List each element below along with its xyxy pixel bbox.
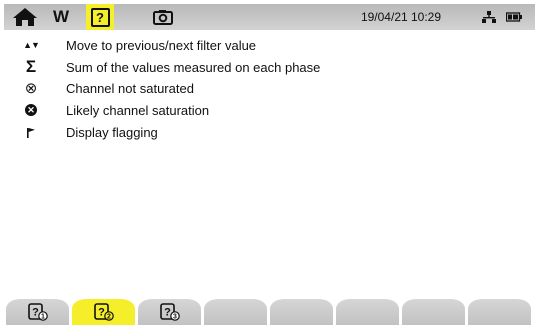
bottom-tab-bar: ? 1 ? 2 ? 3: [4, 299, 535, 325]
help-page-2-icon: ? 2: [93, 303, 114, 321]
network-icon: [482, 11, 496, 23]
camera-icon: [153, 10, 173, 25]
list-item-label: Likely channel saturation: [66, 102, 210, 118]
svg-text:?: ?: [98, 307, 105, 319]
list-item: Display flagging: [4, 122, 535, 142]
svg-text:?: ?: [32, 307, 39, 319]
tab-empty-6[interactable]: [336, 299, 399, 325]
list-item: ✕ Likely channel saturation: [4, 100, 535, 120]
tab-help-page-2[interactable]: ? 2: [72, 299, 135, 325]
top-status-bar: W ? 19/04/21 10:29: [4, 4, 535, 30]
home-icon: [13, 8, 37, 26]
tab-empty-7[interactable]: [402, 299, 465, 325]
svg-text:?: ?: [164, 307, 171, 319]
tab-empty-4[interactable]: [204, 299, 267, 325]
list-item-label: Display flagging: [66, 124, 158, 140]
tab-empty-5[interactable]: [270, 299, 333, 325]
svg-text:1: 1: [41, 314, 45, 321]
help-page-1-icon: ? 1: [27, 303, 48, 321]
list-item-label: Move to previous/next filter value: [66, 37, 257, 53]
sigma-icon: Σ: [25, 57, 37, 76]
home-button[interactable]: [8, 4, 42, 30]
help-button[interactable]: ?: [86, 4, 114, 30]
svg-text:3: 3: [173, 314, 177, 321]
flag-icon: [22, 122, 40, 142]
list-item-label: Channel not saturated: [66, 80, 194, 96]
snapshot-button[interactable]: [148, 4, 178, 30]
help-icon: ?: [90, 7, 110, 27]
list-item-label: Sum of the values measured on each phase: [66, 59, 321, 75]
tab-empty-8[interactable]: [468, 299, 531, 325]
screen: W ? 19/04/21 10:29 ▲▼ Move to previous/n…: [4, 4, 535, 325]
list-item: ⊗ Channel not saturated: [4, 78, 535, 98]
power-mode-button[interactable]: W: [48, 4, 74, 30]
svg-text:2: 2: [107, 314, 111, 321]
circle-x-filled-icon: ✕: [22, 100, 40, 120]
up-down-arrows-icon: ▲▼: [23, 40, 40, 50]
status-icons: [472, 4, 532, 30]
tab-help-page-1[interactable]: ? 1: [6, 299, 69, 325]
list-item: Σ Sum of the values measured on each pha…: [4, 57, 535, 77]
datetime-display: 19/04/21 10:29: [360, 10, 442, 24]
battery-icon: [506, 12, 522, 22]
list-item: ▲▼ Move to previous/next filter value: [4, 35, 535, 55]
circle-x-outline-icon: ⊗: [24, 80, 38, 97]
help-page-3-icon: ? 3: [159, 303, 180, 321]
tab-help-page-3[interactable]: ? 3: [138, 299, 201, 325]
